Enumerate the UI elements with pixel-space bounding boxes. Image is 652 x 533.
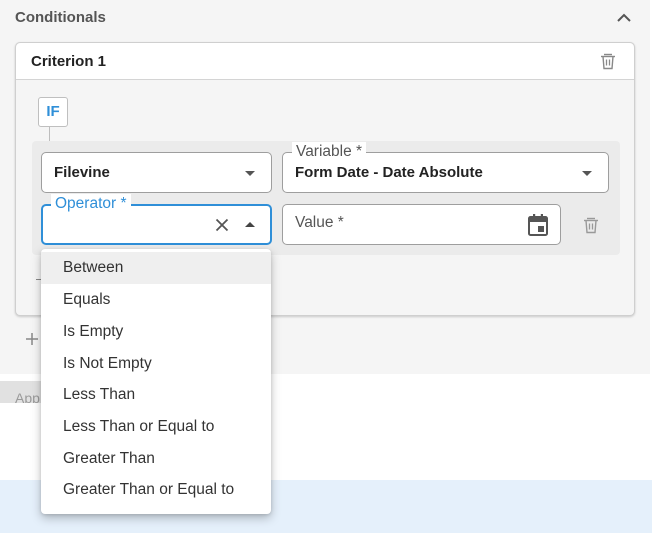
- close-icon[interactable]: [214, 217, 230, 233]
- variable-select[interactable]: Variable * Form Date - Date Absolute: [282, 142, 609, 193]
- connector-line: [49, 127, 50, 141]
- operator-dropdown-menu: Between Equals Is Empty Is Not Empty Les…: [41, 249, 271, 514]
- dropdown-arrow-icon[interactable]: [245, 171, 255, 176]
- plus-icon[interactable]: [24, 331, 40, 347]
- menu-item-is-not-empty[interactable]: Is Not Empty: [41, 348, 271, 380]
- source-select[interactable]: Filevine: [41, 152, 272, 193]
- menu-item-less-than[interactable]: Less Than: [41, 379, 271, 411]
- value-field[interactable]: Value *: [282, 204, 561, 245]
- dropdown-arrow-up-icon[interactable]: [245, 222, 255, 227]
- menu-item-equals[interactable]: Equals: [41, 284, 271, 316]
- menu-item-greater-than[interactable]: Greater Than: [41, 443, 271, 475]
- if-badge: IF: [38, 97, 68, 127]
- menu-item-less-than-or-equal[interactable]: Less Than or Equal to: [41, 411, 271, 443]
- menu-item-between[interactable]: Between: [41, 252, 271, 284]
- trash-icon[interactable]: [581, 215, 601, 235]
- value-placeholder: Value *: [295, 214, 344, 231]
- criterion-header: Criterion 1: [16, 43, 634, 80]
- operator-label: Operator *: [51, 194, 131, 213]
- apply-button-label: App: [15, 390, 40, 403]
- calendar-icon[interactable]: [527, 213, 549, 237]
- dropdown-arrow-icon[interactable]: [582, 171, 592, 176]
- variable-value: Form Date - Date Absolute: [295, 164, 483, 181]
- trash-icon[interactable]: [598, 51, 618, 71]
- menu-item-greater-than-or-equal[interactable]: Greater Than or Equal to: [41, 474, 271, 506]
- operator-select[interactable]: Operator *: [41, 194, 272, 245]
- section-title: Conditionals: [15, 9, 106, 26]
- criterion-title: Criterion 1: [31, 53, 107, 70]
- menu-item-is-empty[interactable]: Is Empty: [41, 316, 271, 348]
- variable-label: Variable *: [292, 142, 367, 161]
- source-value: Filevine: [54, 164, 110, 181]
- chevron-up-icon[interactable]: [614, 8, 634, 28]
